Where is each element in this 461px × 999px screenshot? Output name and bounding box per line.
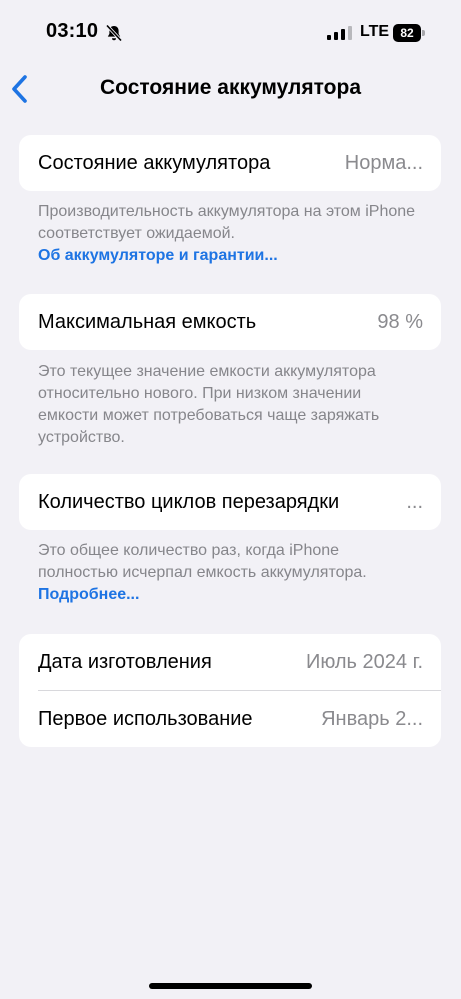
cycle-count-card: Количество циклов перезарядки ... — [19, 474, 441, 530]
max-capacity-footnote: Это текущее значение емкости аккумулятор… — [38, 361, 418, 449]
learn-more-link[interactable]: Подробнее... — [38, 586, 139, 603]
dates-card: Дата изготовления Июль 2024 г. Первое ис… — [19, 634, 441, 747]
cycle-count-footnote: Это общее количество раз, когда iPhone п… — [38, 540, 418, 606]
max-capacity-row: Максимальная емкость 98 % — [19, 294, 441, 350]
max-capacity-footnote-text: Это текущее значение емкости аккумулятор… — [38, 363, 380, 446]
cycle-count-row: Количество циклов перезарядки ... — [19, 474, 441, 530]
max-capacity-label: Максимальная емкость — [38, 310, 257, 333]
page-title: Состояние аккумулятора — [99, 76, 361, 99]
first-use-row: Первое использование Январь 2... — [19, 691, 441, 747]
home-indicator[interactable] — [149, 983, 312, 989]
status-time: 03:10 — [46, 20, 99, 42]
max-capacity-card: Максимальная емкость 98 % — [19, 294, 441, 350]
screen: 03:10 LTE 82 Состояние аккумулятора Сост… — [0, 0, 461, 999]
battery-health-label: Состояние аккумулятора — [38, 151, 271, 174]
battery-health-value: Норма... — [344, 151, 423, 174]
max-capacity-value: 98 % — [377, 310, 423, 333]
battery-health-card: Состояние аккумулятора Норма... — [19, 135, 441, 191]
cycle-count-footnote-text: Это общее количество раз, когда iPhone п… — [38, 542, 367, 581]
bell-slash-icon — [105, 24, 123, 42]
battery-health-footnote-text: Производительность аккумулятора на этом … — [38, 203, 416, 242]
network-type: LTE — [360, 23, 390, 40]
manufacture-date-label: Дата изготовления — [38, 650, 212, 673]
manufacture-date-value: Июль 2024 г. — [305, 650, 423, 673]
battery-health-row[interactable]: Состояние аккумулятора Норма... — [19, 135, 441, 191]
nav-bar: Состояние аккумулятора — [0, 66, 461, 114]
manufacture-date-row: Дата изготовления Июль 2024 г. — [19, 634, 441, 690]
battery-warranty-link[interactable]: Об аккумуляторе и гарантии... — [38, 247, 278, 264]
signal-icon — [327, 26, 352, 40]
first-use-value: Январь 2... — [321, 707, 423, 730]
status-bar: 03:10 LTE 82 — [0, 0, 461, 66]
first-use-label: Первое использование — [38, 707, 253, 730]
battery-tip — [422, 30, 425, 36]
battery-icon: 82 — [393, 24, 426, 42]
cycle-count-value: ... — [406, 490, 423, 513]
cycle-count-label: Количество циклов перезарядки — [38, 490, 340, 513]
battery-level: 82 — [393, 24, 421, 42]
battery-health-footnote: Производительность аккумулятора на этом … — [38, 201, 418, 267]
